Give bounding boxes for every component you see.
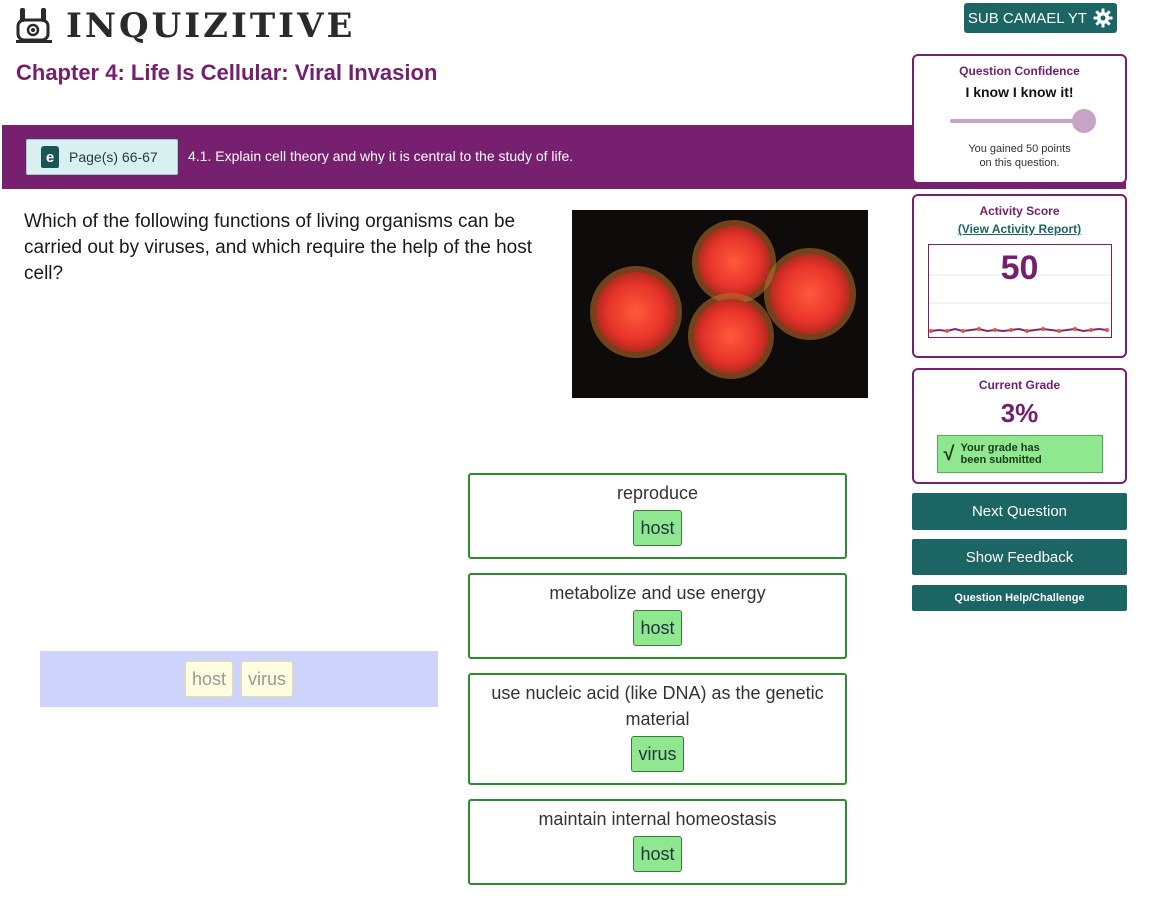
activity-title: Activity Score [979,204,1060,218]
drop-zone-label: reproduce [616,483,699,503]
answer-option-virus[interactable]: virus [241,661,294,697]
confidence-title: Question Confidence [959,64,1080,78]
show-feedback-button[interactable]: Show Feedback [912,539,1127,575]
confidence-note-line: on this question. [979,157,1060,169]
user-menu-button[interactable]: SUB CAMAEL YT [964,3,1117,33]
current-grade-panel: Current Grade 3% √ Your grade has been s… [912,368,1127,484]
mascot-icon [16,8,52,43]
grade-message: Your grade has been submitted [960,442,1041,466]
app-logo: INQUIZITIVE [14,6,355,46]
page-reference-label: Page(s) 66-67 [69,149,158,165]
drop-zone-label: maintain internal homeostasis [538,809,777,829]
grade-message-line: been submitted [960,454,1042,466]
grade-value: 3% [1000,398,1039,428]
drop-zone-metabolize[interactable]: metabolize and use energy host [468,573,847,659]
activity-score-graph: 50 [927,244,1112,338]
question-prompt: Which of the following functions of livi… [24,211,533,284]
answer-option-host[interactable]: host [184,661,233,697]
next-question-button[interactable]: Next Question [912,493,1127,530]
checkmark-icon: √ [943,442,955,465]
drop-zone-label: use nucleic acid (like DNA) as the genet… [491,683,824,729]
logo-text: INQUIZITIVE [66,6,356,46]
activity-score-panel: Activity Score (View Activity Report) 50 [912,194,1127,358]
confidence-note-line: You gained 50 points [968,143,1071,155]
placed-answer[interactable]: virus [631,736,684,772]
placed-answer[interactable]: host [633,836,682,872]
drop-zone-homeostasis[interactable]: maintain internal homeostasis host [468,799,847,885]
virus-image [572,210,868,398]
slider-track [949,119,1080,123]
drop-zone-nucleic-acid[interactable]: use nucleic acid (like DNA) as the genet… [468,673,847,785]
confidence-value: I know I know it! [965,84,1074,100]
placed-answer[interactable]: host [633,510,682,546]
question-help-button[interactable]: Question Help/Challenge [912,585,1127,611]
answer-bank: host virus [40,651,438,707]
page-reference-button[interactable]: e Page(s) 66-67 [26,139,178,175]
drop-zone-reproduce[interactable]: reproduce host [468,473,847,559]
grade-title: Current Grade [978,378,1061,392]
grade-submitted-badge: √ Your grade has been submitted [936,435,1103,473]
ebook-icon: e [41,146,59,168]
confidence-panel: Question Confidence I know I know it! Yo… [912,54,1127,184]
grade-message-line: Your grade has [960,442,1040,454]
confidence-slider[interactable] [949,108,1096,134]
learning-objective: 4.1. Explain cell theory and why it is c… [188,148,574,164]
user-name-label: SUB CAMAEL YT [967,9,1088,27]
drop-zone-label: metabolize and use energy [549,583,766,603]
view-activity-report-link[interactable]: (View Activity Report) [958,222,1081,236]
placed-answer[interactable]: host [633,610,682,646]
slider-thumb[interactable] [1071,109,1096,133]
gear-icon [1093,8,1113,28]
confidence-note: You gained 50 points on this question. [914,142,1125,170]
chapter-title: Chapter 4: Life Is Cellular: Viral Invas… [16,60,438,85]
activity-score-value: 50 [1000,249,1039,287]
